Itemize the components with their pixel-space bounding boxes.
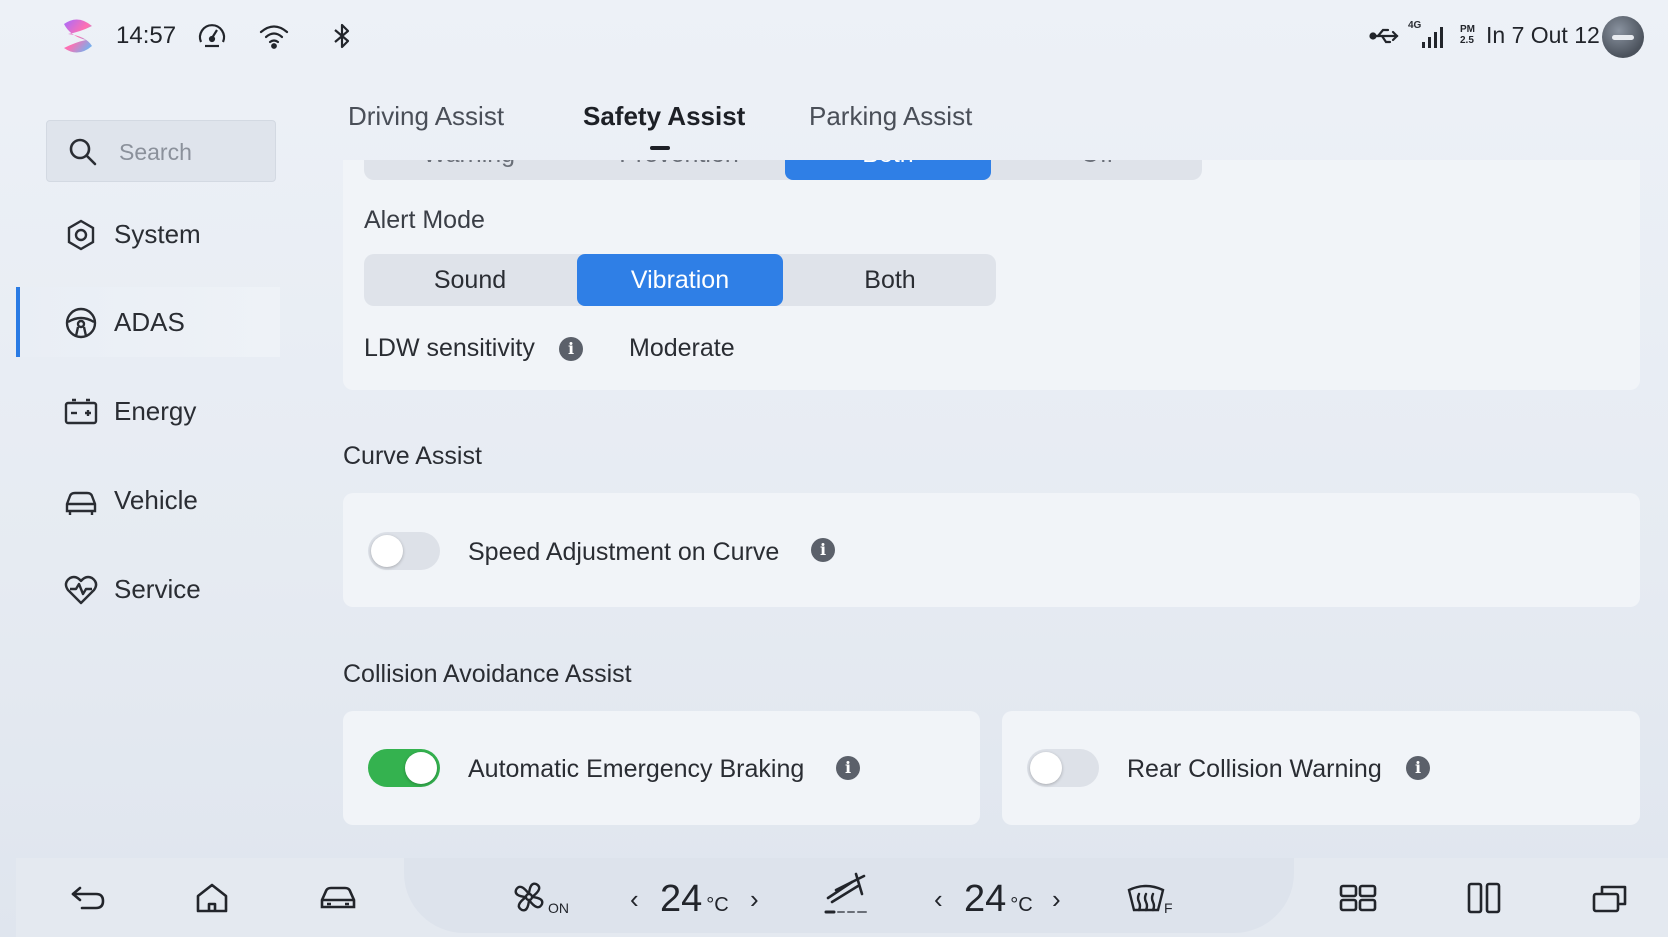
tab-safety-assist[interactable]: Safety Assist (583, 101, 745, 132)
defrost-label: F (1164, 900, 1173, 916)
sidebar-item-label: Service (114, 574, 201, 604)
segment-option-prevention[interactable]: Prevention (574, 160, 784, 180)
app-logo[interactable] (56, 14, 100, 58)
alert-mode-both[interactable]: Both (784, 254, 996, 306)
left-temp-value: 24 (660, 878, 703, 920)
collision-avoidance-title: Collision Avoidance Assist (343, 660, 632, 688)
right-temp-decrease[interactable]: ‹ (934, 884, 943, 915)
fan-status: ON (548, 900, 569, 916)
segment-option-both[interactable]: Both (785, 160, 991, 180)
home-icon[interactable] (192, 880, 232, 916)
right-temp-increase[interactable]: › (1052, 884, 1061, 915)
warning-mode-segment: Warning Prevention Both Off (364, 160, 1202, 180)
alert-mode-sound[interactable]: Sound (364, 254, 576, 306)
right-temp-value: 24 (964, 878, 1007, 920)
network-label: 4G (1408, 20, 1422, 31)
split-screen-icon[interactable] (1464, 880, 1504, 916)
right-temp: 24 °C (964, 878, 1033, 921)
sidebar-item-adas[interactable]: ADAS (16, 287, 280, 357)
alert-mode-segment: Sound Vibration Both (364, 254, 996, 306)
info-icon[interactable]: i (811, 538, 835, 562)
sidebar-item-energy[interactable]: Energy (16, 376, 280, 446)
left-temp: 24 °C (660, 878, 729, 921)
usb-icon (1368, 20, 1400, 52)
car-icon (65, 491, 97, 515)
rear-collision-toggle[interactable] (1027, 749, 1099, 787)
sidebar-item-label: Vehicle (114, 485, 198, 515)
alert-mode-vibration[interactable]: Vibration (577, 254, 783, 306)
info-icon[interactable]: i (559, 337, 583, 361)
multitask-icon[interactable] (1590, 880, 1630, 916)
info-icon[interactable]: i (836, 756, 860, 780)
battery-icon (64, 398, 98, 425)
ldw-sensitivity-label: LDW sensitivity (364, 334, 535, 362)
sidebar-item-label: ADAS (114, 307, 185, 337)
alert-mode-title: Alert Mode (364, 206, 485, 234)
aeb-label: Automatic Emergency Braking (468, 755, 805, 783)
seat-airflow-icon[interactable] (822, 872, 872, 916)
aeb-toggle[interactable] (368, 749, 440, 787)
bluetooth-icon (326, 20, 358, 52)
fan-icon[interactable]: ON (512, 880, 572, 916)
info-icon[interactable]: i (1406, 756, 1430, 780)
sidebar-item-vehicle[interactable]: Vehicle (16, 465, 280, 535)
back-icon[interactable] (68, 880, 108, 916)
search-icon (69, 138, 97, 166)
search-input[interactable]: Search (46, 120, 276, 182)
sidebar-item-label: Energy (114, 396, 197, 426)
wifi-icon (258, 20, 290, 52)
4g-signal-icon: 4G (1408, 18, 1444, 52)
tab-driving-assist[interactable]: Driving Assist (348, 101, 504, 132)
car-icon[interactable] (318, 880, 358, 916)
speed-adjustment-toggle[interactable] (368, 532, 440, 570)
sidebar-item-service[interactable]: Service (16, 554, 280, 624)
pm-label: PM (1460, 24, 1475, 35)
segment-option-off[interactable]: Off (992, 160, 1202, 180)
temp-unit: °C (706, 894, 729, 916)
sidebar-item-system[interactable]: System (16, 199, 280, 269)
ldw-sensitivity-value[interactable]: Moderate (629, 334, 735, 363)
curve-assist-title: Curve Assist (343, 442, 482, 470)
status-bar: 14:57 4G PM 2.5 In 7 Out 12 (0, 0, 1668, 76)
air-quality-readout: In 7 Out 12 (1486, 22, 1600, 48)
sidebar-item-label: System (114, 219, 201, 249)
heart-pulse-icon (64, 575, 98, 605)
speed-gauge-icon (196, 20, 228, 52)
pm-value: 2.5 (1460, 35, 1474, 46)
apps-grid-icon[interactable] (1338, 880, 1378, 916)
gear-hex-icon (67, 219, 95, 251)
left-temp-increase[interactable]: › (750, 884, 759, 915)
speed-adjustment-label: Speed Adjustment on Curve (468, 538, 780, 566)
windshield-defrost-icon[interactable]: F (1126, 880, 1176, 916)
tab-parking-assist[interactable]: Parking Assist (809, 101, 972, 132)
search-placeholder: Search (119, 139, 192, 165)
tab-indicator (650, 146, 670, 150)
temp-unit: °C (1010, 894, 1033, 916)
left-temp-decrease[interactable]: ‹ (630, 884, 639, 915)
clock: 14:57 (116, 22, 177, 49)
segment-option-warning[interactable]: Warning (364, 160, 574, 180)
rear-collision-label: Rear Collision Warning (1127, 755, 1382, 783)
steering-wheel-icon (65, 307, 97, 339)
avatar[interactable] (1602, 16, 1644, 58)
pm25-icon: PM 2.5 (1460, 24, 1480, 52)
